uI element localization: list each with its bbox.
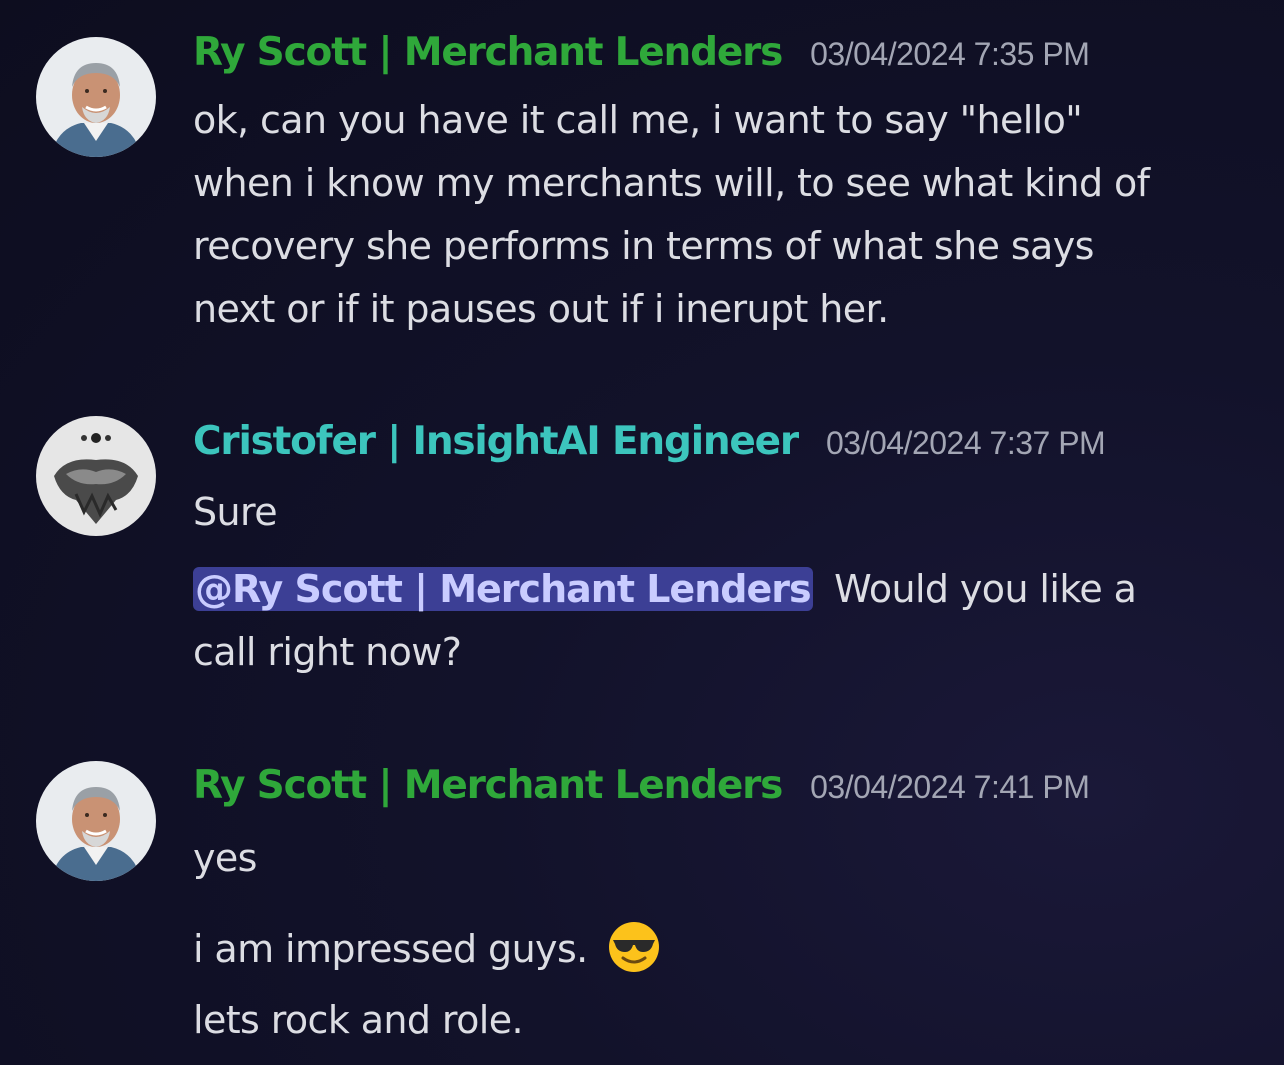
message-line: next or if it pauses out if i inerupt he…: [193, 287, 889, 331]
message-line: recovery she performs in terms of what s…: [193, 224, 1094, 268]
message-line: Sure: [193, 490, 278, 534]
avatar-ry-scott[interactable]: [36, 761, 156, 881]
author-name[interactable]: Cristofer | InsightAI Engineer: [193, 419, 799, 464]
message-line: i am impressed guys.: [193, 920, 661, 983]
message-line-with-mention: @Ry Scott | Merchant Lenders Would you l…: [193, 567, 1137, 611]
timestamp: 03/04/2024 7:37 PM: [825, 425, 1106, 461]
user-mention[interactable]: @Ry Scott | Merchant Lenders: [193, 567, 813, 611]
timestamp: 03/04/2024 7:35 PM: [810, 36, 1090, 72]
timestamp: 03/04/2024 7:41 PM: [810, 769, 1090, 805]
message-line: call right now?: [193, 630, 462, 674]
message-line: lets rock and role.: [193, 998, 524, 1042]
message-text: i am impressed guys.: [193, 927, 588, 971]
message-line: yes: [193, 836, 257, 880]
message-text: Would you like a: [834, 567, 1137, 611]
message-line: when i know my merchants will, to see wh…: [193, 161, 1150, 205]
message-line: ok, can you have it call me, i want to s…: [193, 98, 1083, 142]
author-name[interactable]: Ry Scott | Merchant Lenders: [193, 30, 783, 75]
avatar-cristofer[interactable]: [36, 416, 156, 536]
author-name[interactable]: Ry Scott | Merchant Lenders: [193, 763, 783, 808]
sunglasses-emoji-icon: [607, 920, 661, 983]
avatar-ry-scott[interactable]: [36, 37, 156, 157]
